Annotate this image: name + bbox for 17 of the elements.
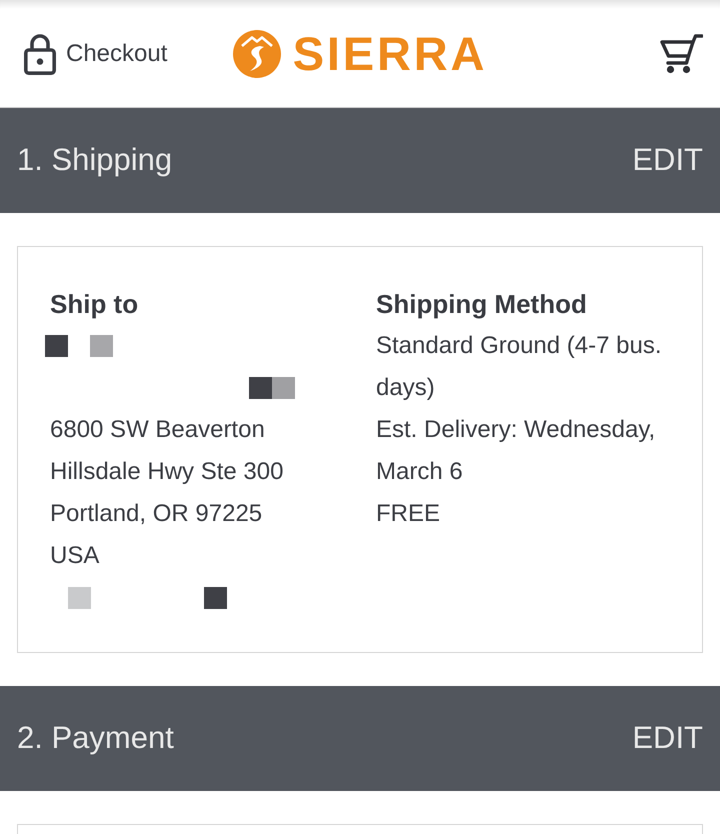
edit-link[interactable]: EDIT — [632, 715, 703, 762]
detail-text: Portland, OR 97225 — [50, 499, 264, 529]
logo-wordmark: SIERRA — [292, 30, 488, 77]
mountain-road-logo-icon — [232, 30, 281, 78]
detail-text: Standard Ground (4-7 bus. days) — [376, 331, 663, 403]
lock-icon — [24, 32, 56, 74]
column-heading: Shipping Method — [376, 288, 588, 321]
detail-text: USA — [50, 541, 100, 571]
cart-icon[interactable] — [660, 34, 703, 74]
detail-text: Est. Delivery: Wednesday, March 6 — [376, 415, 656, 487]
section-title: 1. Shipping — [17, 141, 172, 180]
detail-text: FREE — [376, 499, 442, 529]
column-heading: Ship to — [50, 288, 140, 321]
checkout-label: Checkout — [66, 38, 168, 68]
edit-link[interactable]: EDIT — [632, 137, 703, 184]
detail-text: 6800 SW Beaverton Hillsdale Hwy Ste 300 — [50, 415, 284, 487]
section-title: 2. Payment — [17, 719, 174, 758]
